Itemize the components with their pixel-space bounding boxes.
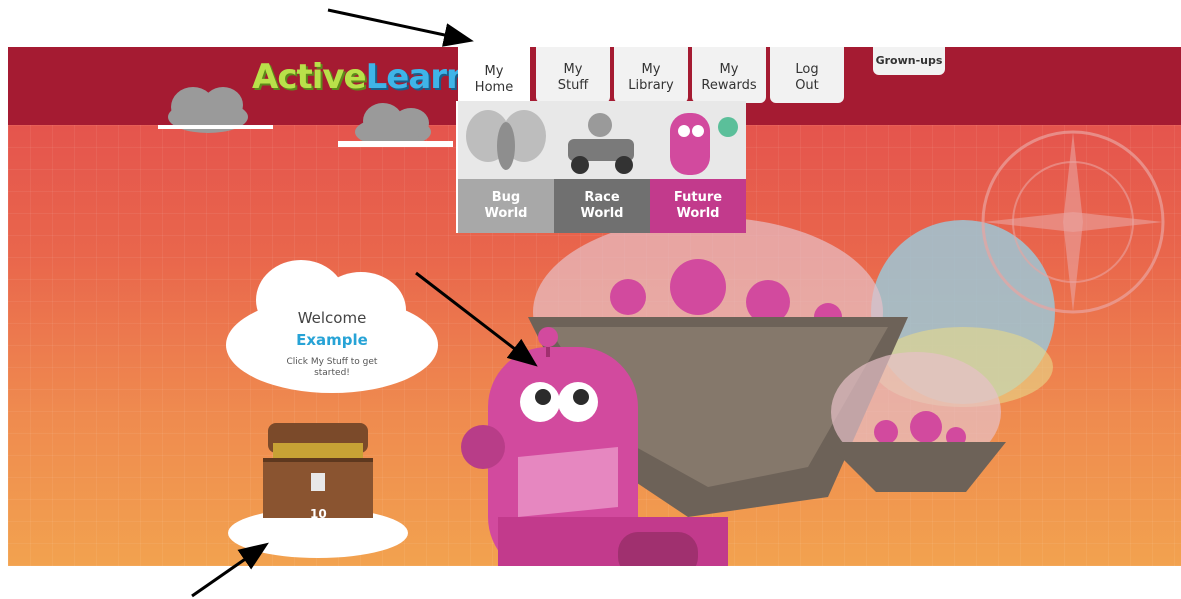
- welcome-cloud: Welcome Example Click My Stuff to get st…: [221, 255, 443, 401]
- treasure-chest[interactable]: 10: [218, 413, 418, 563]
- race-car-icon: [554, 101, 650, 179]
- small-island-icon: [826, 352, 1006, 492]
- tab-my-rewards[interactable]: My Rewards: [692, 47, 766, 103]
- logo-text-learn: Learn: [365, 57, 471, 97]
- tab-my-stuff[interactable]: My Stuff: [536, 47, 610, 103]
- future-robot-icon: [650, 101, 746, 179]
- tab-label: Log Out: [795, 62, 819, 93]
- welcome-title: Welcome: [297, 309, 367, 327]
- tab-log-out[interactable]: Log Out: [770, 47, 844, 103]
- grown-ups-button[interactable]: Grown-ups: [873, 47, 945, 75]
- worlds-dropdown: Bug World Race World Future World: [456, 101, 746, 233]
- chest-count: 10: [310, 507, 327, 521]
- world-label: Bug World: [458, 179, 554, 233]
- compass-icon: [981, 130, 1165, 314]
- world-race[interactable]: Race World: [554, 101, 650, 233]
- world-bug[interactable]: Bug World: [458, 101, 554, 233]
- app-window: ActiveLearn My Home My Stuff My Library …: [8, 47, 1181, 566]
- tab-label: My Rewards: [701, 62, 757, 93]
- treasure-chest-icon: [228, 423, 408, 558]
- cloud-icon: [226, 260, 438, 393]
- tab-my-home[interactable]: My Home: [458, 47, 530, 107]
- tab-label: My Library: [628, 62, 674, 93]
- activelearn-logo[interactable]: ActiveLearn: [252, 57, 471, 97]
- welcome-hint: Click My Stuff to get started!: [286, 357, 378, 378]
- world-label: Future World: [650, 179, 746, 233]
- welcome-username: Example: [296, 331, 368, 349]
- arrow-to-my-home: [327, 8, 474, 47]
- cloud-icon: [338, 103, 453, 147]
- butterfly-icon: [458, 101, 554, 179]
- logo-text-active: Active: [252, 57, 367, 97]
- tab-my-library[interactable]: My Library: [614, 47, 688, 103]
- tab-label: My Stuff: [557, 62, 589, 93]
- robot-character-icon[interactable]: [448, 317, 828, 566]
- world-label: Race World: [554, 179, 650, 233]
- world-future[interactable]: Future World: [650, 101, 746, 233]
- tab-label: My Home: [474, 64, 514, 95]
